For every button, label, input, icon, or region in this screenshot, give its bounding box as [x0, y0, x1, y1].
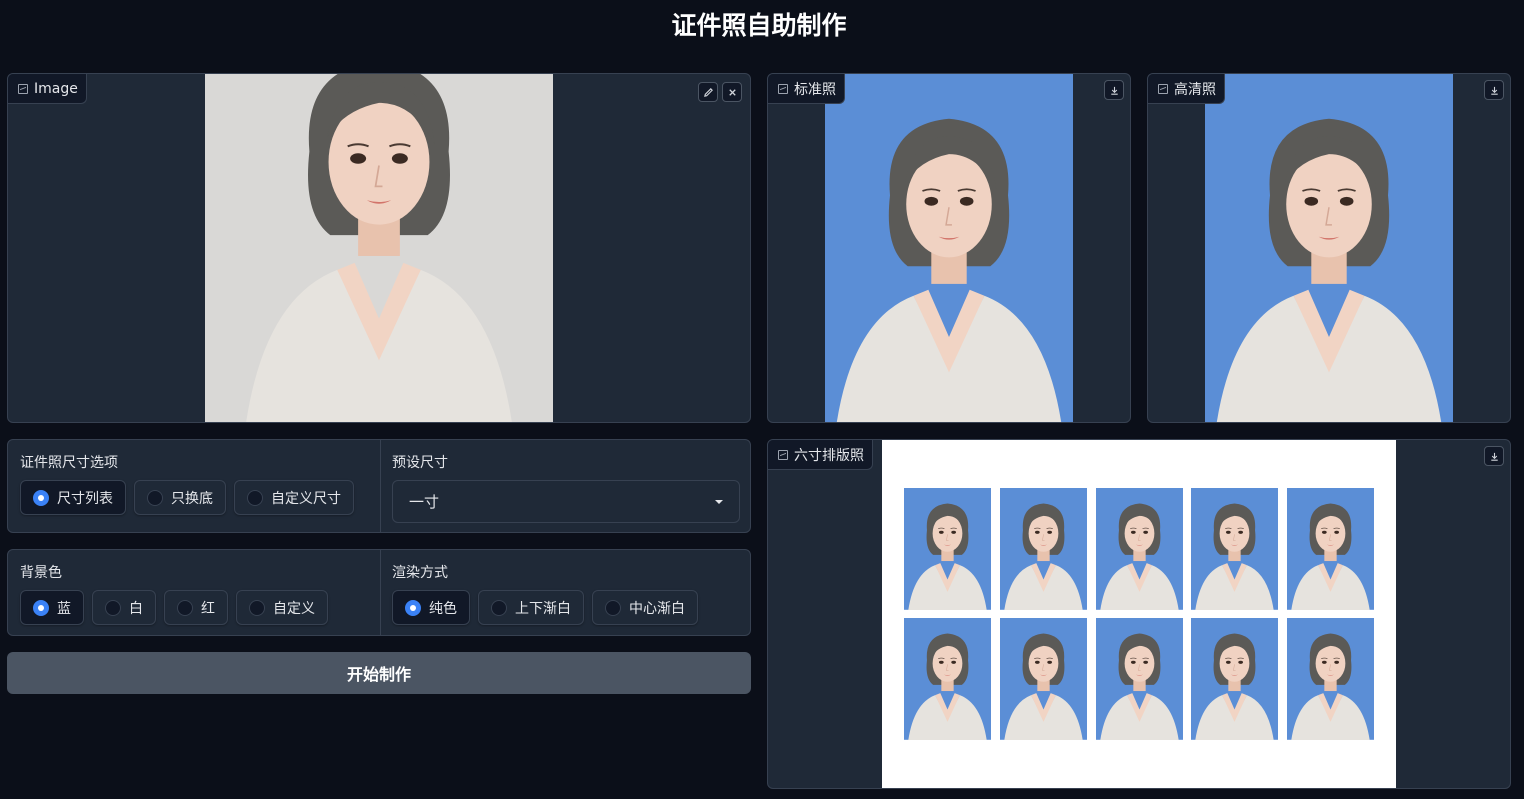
radio-label: 上下渐白	[515, 600, 571, 617]
hd-photo-panel[interactable]: 高清照	[1147, 73, 1511, 423]
layout-photo-label: 六寸排版照	[768, 440, 873, 470]
hd-photo-label: 高清照	[1148, 74, 1225, 104]
download-icon	[1110, 86, 1118, 95]
layout-photo-tile	[1095, 618, 1183, 740]
hd-download-button[interactable]	[1484, 80, 1504, 100]
background-option[interactable]: 红	[164, 590, 228, 625]
background-color-radios: 蓝 白 红 自定义	[20, 590, 368, 625]
layout-photo-tile	[1287, 618, 1375, 740]
radio-label: 中心渐白	[629, 600, 685, 617]
image-icon	[778, 83, 788, 94]
radio-label: 蓝	[57, 600, 71, 617]
radio-dot-icon	[105, 599, 121, 616]
radio-dot-icon	[491, 599, 507, 616]
layout-photo-panel[interactable]: 六寸排版照	[767, 439, 1511, 789]
layout-photo-tile	[904, 488, 991, 610]
image-icon	[18, 83, 28, 94]
background-option[interactable]: 白	[92, 590, 156, 625]
background-option[interactable]: 自定义	[236, 590, 328, 625]
layout-photo-tile	[1191, 618, 1279, 740]
render-mode-radios: 纯色 上下渐白 中心渐白	[392, 590, 740, 625]
render-mode-option[interactable]: 上下渐白	[478, 590, 584, 625]
image-icon	[1158, 83, 1168, 94]
radio-dot-icon	[147, 489, 163, 506]
close-icon	[728, 88, 736, 96]
radio-label: 尺寸列表	[57, 490, 113, 507]
radio-label: 纯色	[429, 600, 457, 617]
preset-size-group: 预设尺寸 一寸	[380, 440, 750, 532]
radio-label: 只换底	[171, 490, 213, 507]
background-color-group: 背景色 蓝 白 红 自定义	[8, 550, 380, 635]
render-mode-group: 渲染方式 纯色 上下渐白 中心渐白	[380, 550, 750, 635]
pencil-icon	[703, 87, 713, 97]
size-options-group: 证件照尺寸选项 尺寸列表 只换底 自定义尺寸	[8, 440, 380, 527]
preset-size-select[interactable]: 一寸	[392, 480, 740, 523]
hd-photo	[1205, 74, 1453, 422]
radio-label: 自定义尺寸	[271, 490, 341, 507]
chevron-down-icon	[715, 499, 723, 504]
layout-photo-tile	[1191, 488, 1279, 610]
render-mode-label: 渲染方式	[392, 565, 448, 581]
standard-download-button[interactable]	[1104, 80, 1124, 100]
standard-photo-label: 标准照	[768, 74, 845, 104]
color-settings-panel: 背景色 蓝 白 红 自定义 渲染方式 纯色 上下渐白 中心渐白	[7, 549, 751, 636]
page-title: 证件照自助制作	[671, 11, 847, 40]
size-options-radios: 尺寸列表 只换底 自定义尺寸	[20, 480, 368, 515]
radio-label: 自定义	[273, 600, 315, 617]
size-options-option[interactable]: 尺寸列表	[20, 480, 126, 515]
radio-dot-icon	[249, 599, 265, 616]
layout-photo-tile	[1287, 488, 1375, 610]
image-icon	[778, 449, 788, 460]
size-options-label: 证件照尺寸选项	[20, 455, 118, 471]
start-button[interactable]: 开始制作	[7, 652, 751, 694]
preset-size-value: 一寸	[409, 493, 440, 511]
layout-photo-tile	[999, 618, 1087, 740]
size-options-option[interactable]: 只换底	[134, 480, 226, 515]
clear-button[interactable]	[722, 82, 742, 102]
background-option[interactable]: 蓝	[20, 590, 84, 625]
layout-photo-tile	[904, 618, 991, 740]
input-image-label: Image	[8, 74, 87, 104]
edit-button[interactable]	[698, 82, 718, 102]
size-options-option[interactable]: 自定义尺寸	[234, 480, 354, 515]
radio-dot-icon	[605, 599, 621, 616]
standard-photo-panel[interactable]: 标准照	[767, 73, 1131, 423]
download-icon	[1490, 452, 1498, 461]
input-photo	[205, 74, 553, 422]
standard-photo	[825, 74, 1073, 422]
layout-photo-tile	[999, 488, 1087, 610]
radio-dot-icon	[247, 489, 263, 506]
input-image-panel[interactable]: Image	[7, 73, 751, 423]
render-mode-option[interactable]: 纯色	[392, 590, 470, 625]
size-settings-panel: 证件照尺寸选项 尺寸列表 只换底 自定义尺寸 预设尺寸 一寸	[7, 439, 751, 533]
radio-label: 红	[201, 600, 215, 617]
six-inch-sheet	[882, 440, 1396, 788]
render-mode-option[interactable]: 中心渐白	[592, 590, 698, 625]
radio-dot-icon	[33, 599, 49, 616]
radio-dot-icon	[405, 599, 421, 616]
radio-label: 白	[129, 600, 143, 617]
radio-dot-icon	[177, 599, 193, 616]
radio-dot-icon	[33, 489, 49, 506]
layout-download-button[interactable]	[1484, 446, 1504, 466]
download-icon	[1490, 86, 1498, 95]
layout-photo-tile	[1095, 488, 1183, 610]
preset-size-label: 预设尺寸	[392, 455, 448, 471]
background-color-label: 背景色	[20, 565, 62, 581]
